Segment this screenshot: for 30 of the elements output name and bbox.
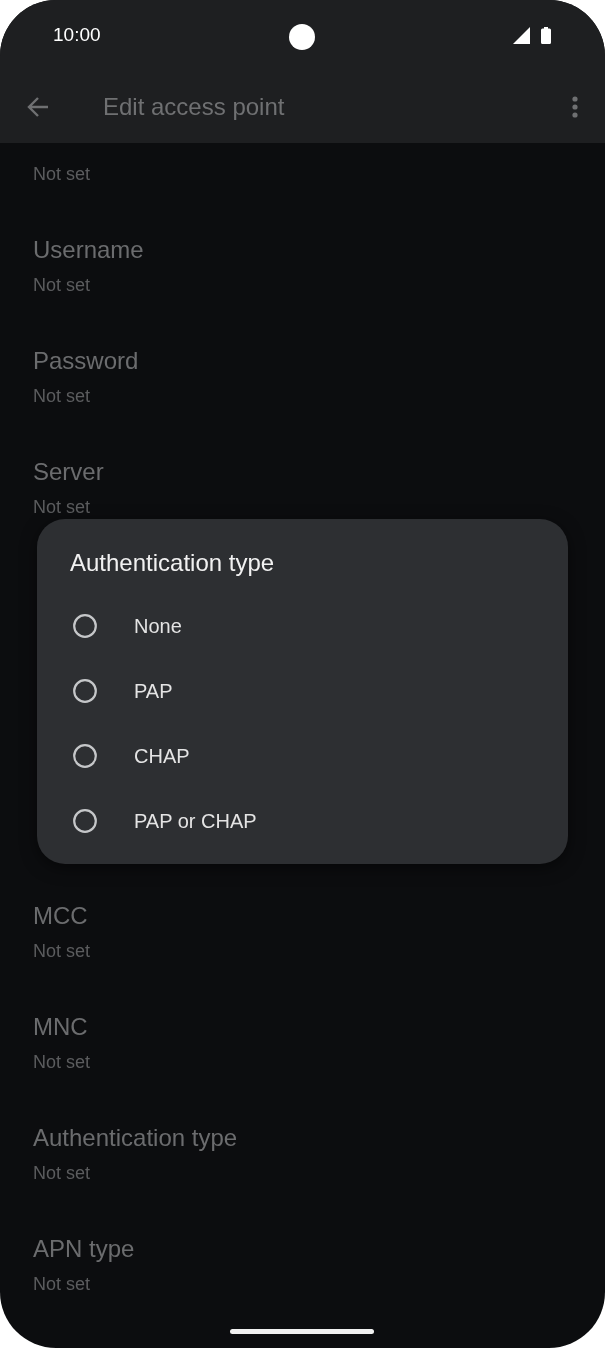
setting-title[interactable]: Authentication type bbox=[33, 1122, 572, 1154]
setting-value: Not set bbox=[33, 1273, 92, 1296]
setting-title[interactable]: Server bbox=[33, 456, 572, 488]
battery-icon bbox=[541, 26, 551, 44]
setting-value: Not set bbox=[33, 274, 92, 297]
setting-value: Not set bbox=[33, 1162, 92, 1185]
setting-title[interactable]: Password bbox=[33, 345, 572, 377]
dialog-title: Authentication type bbox=[69, 548, 276, 578]
back-arrow-icon[interactable] bbox=[27, 95, 49, 118]
app-bar-title: Edit access point bbox=[103, 91, 285, 122]
radio-button[interactable] bbox=[73, 743, 97, 768]
option-label[interactable]: None bbox=[134, 611, 182, 640]
setting-value: Not set bbox=[33, 385, 92, 408]
setting-value: Not set bbox=[33, 940, 92, 963]
setting-value: Not set bbox=[33, 496, 92, 519]
setting-value: Not set bbox=[33, 163, 92, 186]
option-label[interactable]: PAP bbox=[134, 676, 173, 705]
signal-icon bbox=[513, 26, 530, 44]
option-label[interactable]: CHAP bbox=[134, 741, 190, 770]
radio-button[interactable] bbox=[73, 678, 97, 703]
setting-title[interactable]: MNC bbox=[33, 1011, 572, 1043]
option-label[interactable]: PAP or CHAP bbox=[134, 806, 257, 835]
setting-title[interactable]: Username bbox=[33, 234, 572, 266]
setting-title[interactable]: APN type bbox=[33, 1233, 572, 1265]
more-options-icon[interactable] bbox=[572, 95, 578, 118]
radio-button[interactable] bbox=[73, 613, 97, 638]
setting-value: Not set bbox=[33, 1051, 92, 1074]
setting-title[interactable]: MCC bbox=[33, 900, 572, 932]
status-time: 10:00 bbox=[53, 23, 101, 47]
radio-button[interactable] bbox=[73, 808, 97, 833]
